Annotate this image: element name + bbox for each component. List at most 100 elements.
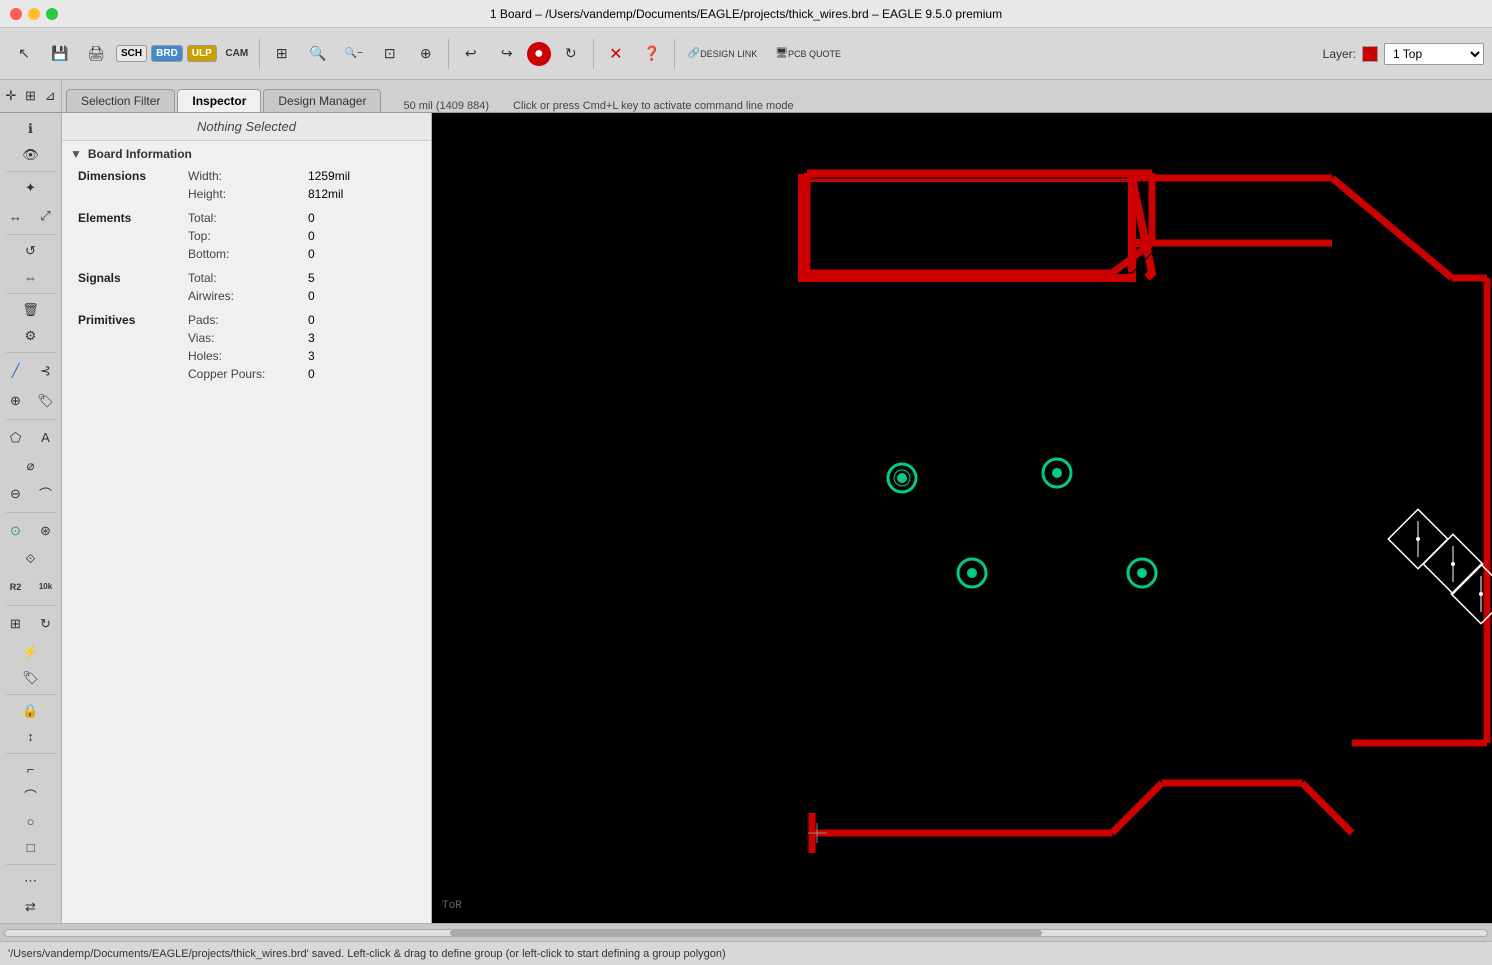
filter-tool[interactable]: ⊿ [41, 82, 59, 110]
scrollbar-thumb[interactable] [450, 930, 1043, 936]
pads-row: Primitives Pads: 0 [78, 311, 423, 329]
via-tool[interactable]: ⊙ [2, 517, 30, 545]
pad-tool[interactable]: R2 [2, 573, 30, 601]
holes-row: Holes: 3 [78, 347, 423, 365]
save-icon: 💾 [51, 45, 68, 62]
tool-row-7: R2 10k [2, 573, 60, 601]
delete-tool[interactable]: 🗑 [17, 298, 45, 322]
print-icon: 🖨 [87, 45, 105, 62]
resistor-tool[interactable]: 10k [32, 573, 60, 601]
tab-selection-filter[interactable]: Selection Filter [66, 89, 175, 112]
zoom-area-button[interactable]: ⊡ [374, 38, 406, 70]
scrollbar-track[interactable] [4, 929, 1488, 937]
zoom-select-button[interactable]: ⊕ [410, 38, 442, 70]
arc2-tool[interactable]: ⌒ [17, 784, 45, 808]
schematic-button[interactable]: SCH [116, 45, 147, 62]
look-tool[interactable]: 👁 [17, 143, 45, 167]
circle-tool[interactable]: ○ [17, 810, 45, 834]
stop-button[interactable]: ● [527, 42, 551, 66]
zoom-fit-icon: ⊞ [276, 45, 288, 62]
select-tool[interactable]: ✦ [17, 176, 45, 200]
group-tool[interactable]: ↻ [32, 610, 60, 638]
close-button[interactable] [10, 8, 22, 20]
tool-row-1: ↔ ⤢ [2, 202, 60, 230]
junction-tool[interactable]: ⊕ [2, 387, 30, 415]
tool-row-2: ╱ ⊰ [2, 357, 60, 385]
smash-tool[interactable]: ⚡ [17, 640, 45, 664]
drc-button[interactable]: ✕ [600, 38, 632, 70]
cam-button[interactable]: CAM [221, 38, 253, 70]
repeat-button[interactable]: ↻ [555, 38, 587, 70]
move-tool[interactable]: ↔ [2, 202, 30, 230]
pcb-canvas[interactable]: ⊕ ⊕ ⊕ ⊕ ToR [432, 113, 1492, 923]
select-tool-button[interactable]: ↖ [8, 38, 40, 70]
wire-tool[interactable]: ╱ [2, 357, 30, 385]
ripup-tool[interactable]: ⊛ [32, 517, 60, 545]
tab-design-manager[interactable]: Design Manager [263, 89, 381, 112]
toolbar-separator-1 [259, 39, 260, 69]
tag-tool[interactable]: 🏷 [17, 666, 45, 690]
add-tool[interactable]: ⊞ [2, 610, 30, 638]
undo-icon: ↩ [465, 45, 477, 62]
expand-btn[interactable]: ⋯ [17, 869, 45, 893]
elements-total-row: Elements Total: 0 [78, 209, 423, 227]
stop-icon: ● [534, 45, 544, 63]
minimize-button[interactable] [28, 8, 40, 20]
airwires-row: Airwires: 0 [78, 287, 423, 305]
board-button[interactable]: BRD [151, 45, 183, 62]
design-link-button[interactable]: 🔗 DESIGN LINK [681, 38, 764, 70]
pcb-quote-button[interactable]: 🖥 PCB QUOTE [768, 38, 848, 70]
crosshair-tool[interactable]: ✛ [2, 82, 20, 110]
save-button[interactable]: 💾 [44, 38, 76, 70]
autorouter-tool[interactable]: ⟐ [17, 547, 45, 571]
help-icon: ❓ [643, 45, 660, 62]
lock-tool[interactable]: 🔒 [17, 699, 45, 723]
drc-icon: ✕ [609, 44, 622, 64]
change-tool[interactable]: ⚙ [17, 324, 45, 348]
board-info-header[interactable]: ▼ Board Information [62, 141, 431, 167]
arrows-tool[interactable]: ⇄ [17, 895, 45, 919]
ulp-button[interactable]: ULP [187, 45, 217, 62]
zoom-in-button[interactable]: 🔍 [302, 38, 334, 70]
canvas-area[interactable]: ⊕ ⊕ ⊕ ⊕ ToR [432, 113, 1492, 923]
bus-tool[interactable]: ⊰ [32, 357, 60, 385]
pipe-tool[interactable]: ⌐ [17, 758, 45, 782]
zoom-fit-button[interactable]: ⊞ [266, 38, 298, 70]
link-icon: 🔗 [688, 48, 700, 59]
label-tool[interactable]: 🏷 [32, 387, 60, 415]
toolbar-separator-3 [593, 39, 594, 69]
zoom-out-button[interactable]: 🔍− [338, 38, 370, 70]
height-row: Height: 812mil [78, 185, 423, 203]
undo-button[interactable]: ↩ [455, 38, 487, 70]
toolbar-separator-4 [674, 39, 675, 69]
mirror-tool[interactable]: ⇔ [17, 265, 45, 289]
tool-row-5: ⊖ ⌒ [2, 480, 60, 508]
net-tool[interactable]: ⌀ [17, 454, 45, 478]
tab-inspector[interactable]: Inspector [177, 89, 261, 112]
titlebar: 1 Board – /Users/vandemp/Documents/EAGLE… [0, 0, 1492, 28]
left-toolpanel: ℹ 👁 ✦ ↔ ⤢ ↺ ⇔ 🗑 ⚙ ╱ ⊰ ⊕ 🏷 ⬠ A ⌀ ⊖ [0, 113, 62, 923]
rect-tool[interactable]: □ [17, 836, 45, 860]
polygon-tool[interactable]: ⬠ [2, 424, 30, 452]
coordinates-display: 50 mil (1409 884) [403, 100, 489, 112]
svg-text:⊕: ⊕ [898, 474, 906, 485]
main-toolbar: ↖ 💾 🖨 SCH BRD ULP CAM ⊞ 🔍 🔍− ⊡ ⊕ ↩ ↪ ● ↻ [0, 28, 1492, 80]
node-tool[interactable]: ⊖ [2, 480, 30, 508]
maximize-button[interactable] [46, 8, 58, 20]
text-tool[interactable]: A [32, 424, 60, 452]
rotate-tool[interactable]: ↺ [17, 239, 45, 263]
info-tool[interactable]: ℹ [17, 117, 45, 141]
dimension-tool[interactable]: ↕ [17, 725, 45, 749]
grid-tool[interactable]: ⊞ [22, 82, 40, 110]
layer-dropdown[interactable]: 1 Top 2 Bottom 16 Bottom [1384, 43, 1484, 65]
pcb-icon: 🖥 [775, 48, 788, 59]
board-info-section: ▼ Board Information Dimensions Width: 12… [62, 141, 431, 387]
copy-tool[interactable]: ⤢ [32, 202, 60, 230]
arc-tool[interactable]: ⌒ [32, 480, 60, 508]
redo-button[interactable]: ↪ [491, 38, 523, 70]
help-button[interactable]: ❓ [636, 38, 668, 70]
horizontal-scrollbar[interactable] [0, 923, 1492, 941]
print-button[interactable]: 🖨 [80, 38, 112, 70]
svg-text:⊕: ⊕ [1053, 469, 1061, 480]
main-area: ℹ 👁 ✦ ↔ ⤢ ↺ ⇔ 🗑 ⚙ ╱ ⊰ ⊕ 🏷 ⬠ A ⌀ ⊖ [0, 113, 1492, 923]
